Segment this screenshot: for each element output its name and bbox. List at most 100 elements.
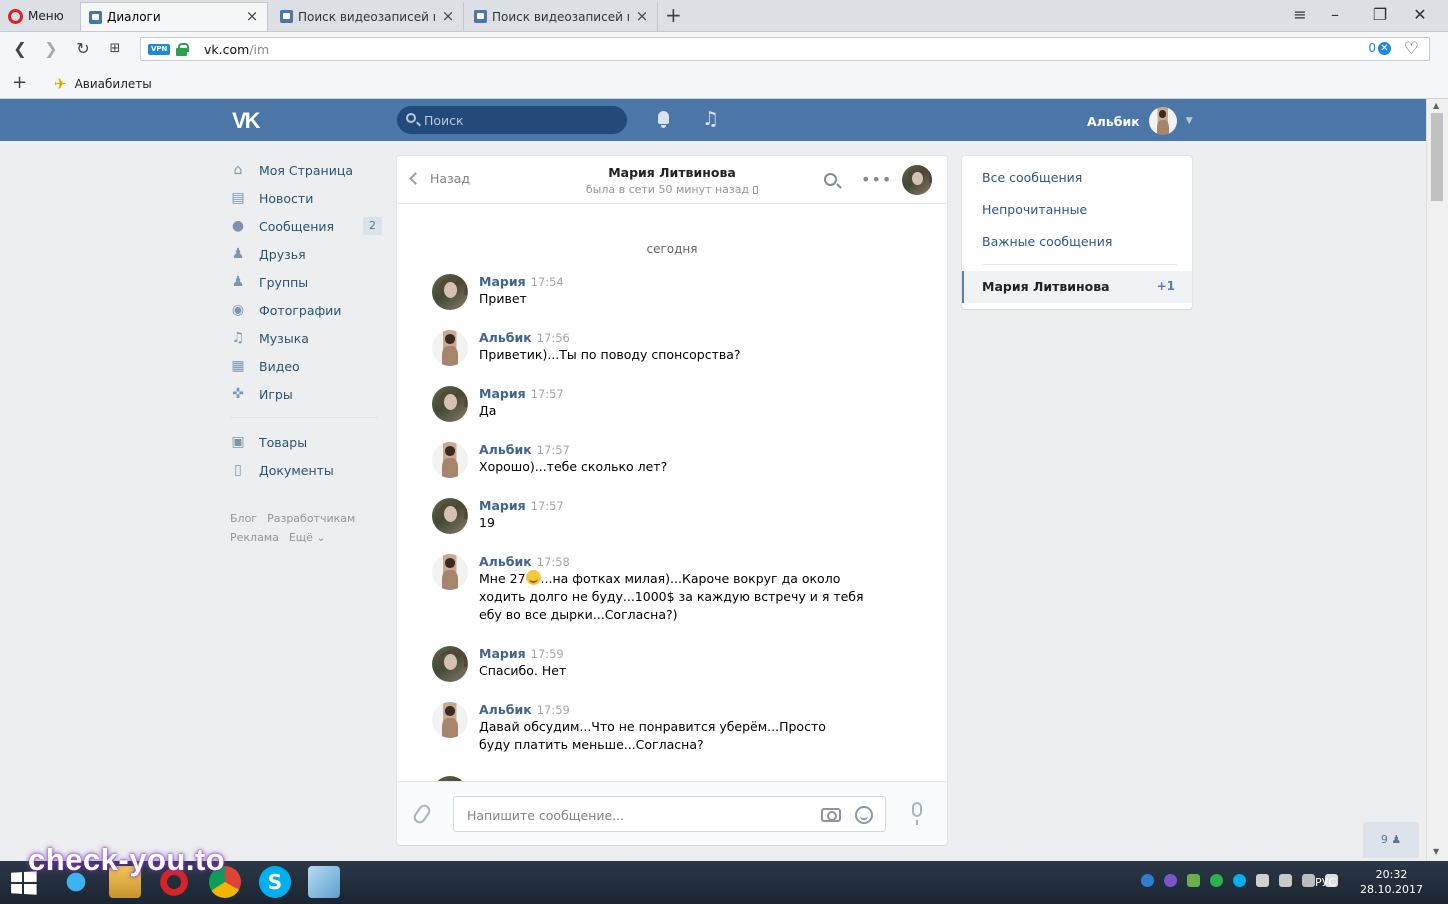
menu-item-news[interactable]: ▤ Новости: [230, 184, 382, 212]
message-author[interactable]: Мария: [479, 386, 526, 401]
tray-app-icon[interactable]: [1141, 874, 1154, 887]
vk-search-box[interactable]: [397, 106, 627, 134]
lock-icon[interactable]: [176, 43, 189, 56]
scrollbar-thumb[interactable]: [1431, 113, 1443, 201]
message-input[interactable]: [467, 806, 797, 824]
filter-important[interactable]: Важные сообщения: [982, 234, 1112, 249]
music-note-icon[interactable]: ♫: [702, 108, 719, 130]
url-text[interactable]: vk.com/im: [204, 42, 269, 57]
speed-dial-grid-icon[interactable]: ⊞: [104, 38, 126, 60]
message-author[interactable]: Мария: [479, 646, 526, 661]
heart-icon[interactable]: ♡: [1404, 39, 1419, 59]
message-author[interactable]: Мария: [479, 274, 526, 289]
gamepad-icon: ✜: [232, 386, 244, 402]
left-menu: ⌂ Моя Страница ▤ Новости ● Сообщения 2 ♟ Друз…: [230, 156, 382, 547]
close-icon[interactable]: ×: [245, 9, 259, 24]
online-friends-button[interactable]: 9 ♟: [1363, 822, 1419, 858]
add-bookmark-plus-icon[interactable]: +: [12, 72, 27, 93]
close-icon[interactable]: ×: [635, 8, 649, 24]
avatar[interactable]: [432, 274, 468, 310]
microphone-icon[interactable]: [912, 802, 922, 825]
skype-tray-icon[interactable]: [1233, 874, 1246, 887]
menu-item-my-page[interactable]: ⌂ Моя Страница: [230, 156, 382, 184]
peer-avatar[interactable]: [902, 165, 932, 195]
window-close-icon[interactable]: ✕: [1405, 4, 1435, 26]
avatar[interactable]: [432, 386, 468, 422]
user-menu[interactable]: Альбик ▼: [1087, 107, 1193, 135]
message-author[interactable]: Мария: [479, 498, 526, 513]
tray-app-icon[interactable]: [1210, 874, 1223, 887]
menu-item-documents[interactable]: ▯ Документы: [230, 456, 382, 484]
footer-link-ads[interactable]: Реклама: [230, 531, 279, 544]
tab-video-search-2[interactable]: Поиск видеозаписей по з ×: [466, 2, 658, 31]
avatar[interactable]: [432, 554, 468, 590]
avatar[interactable]: [432, 330, 468, 366]
url-field[interactable]: VPN vk.com/im 0 ✕ ♡: [140, 37, 1430, 61]
menu-item-friends[interactable]: ♟ Друзья: [230, 240, 382, 268]
opera-menu-button[interactable]: Меню: [8, 7, 64, 25]
menu-item-label: Фотографии: [259, 302, 342, 318]
filter-unread[interactable]: Непрочитанные: [982, 202, 1087, 217]
back-arrow-icon[interactable]: ❮: [9, 38, 31, 60]
message-author[interactable]: Альбик: [479, 554, 532, 569]
menu-item-messages[interactable]: ● Сообщения 2: [230, 212, 382, 240]
forward-arrow-icon[interactable]: ❯: [40, 38, 62, 60]
filter-all-messages[interactable]: Все сообщения: [982, 170, 1082, 185]
scroll-up-arrow-icon[interactable]: ▲: [1433, 101, 1439, 110]
power-icon[interactable]: [1302, 874, 1315, 887]
emoji-smile-icon[interactable]: [855, 806, 873, 824]
avatar[interactable]: [432, 498, 468, 534]
system-tray: [1141, 874, 1338, 887]
tab-video-search-1[interactable]: Поиск видеозаписей по з ×: [272, 2, 464, 31]
more-dots-icon[interactable]: •••: [861, 170, 892, 189]
smiley-emoji-icon: [525, 570, 541, 585]
menu-item-music[interactable]: ♫ Музыка: [230, 324, 382, 352]
network-error-icon[interactable]: [1256, 874, 1269, 887]
menu-item-label: Друзья: [259, 246, 306, 262]
message-input-box[interactable]: [453, 796, 886, 832]
reload-icon[interactable]: ↻: [72, 38, 94, 60]
message-author[interactable]: Альбик: [479, 702, 532, 717]
menu-item-photos[interactable]: ◉ Фотографии: [230, 296, 382, 324]
conversation-item-maria[interactable]: Мария Литвинова +1: [962, 271, 1192, 303]
message-author[interactable]: Альбик: [479, 442, 532, 457]
search-input[interactable]: [424, 111, 619, 129]
paperclip-icon[interactable]: [411, 802, 433, 826]
scroll-down-arrow-icon[interactable]: ▼: [1433, 847, 1439, 856]
viber-icon[interactable]: [1164, 874, 1177, 887]
tray-app-icon[interactable]: [1279, 874, 1292, 887]
vk-logo[interactable]: VK: [232, 108, 266, 133]
chat-panel: Назад Мария Литвинова была в сети 50 мин…: [397, 156, 947, 845]
avatar[interactable]: [432, 646, 468, 682]
minimize-icon[interactable]: –: [1320, 4, 1350, 26]
system-clock[interactable]: 20:32 28.10.2017: [1360, 867, 1423, 897]
footer-link-more[interactable]: Ещё ⌄: [289, 531, 326, 544]
bookmark-item-flights[interactable]: ✈ Авиабилеты: [54, 75, 152, 93]
close-icon[interactable]: ×: [441, 8, 455, 24]
menu-item-games[interactable]: ✜ Игры: [230, 380, 382, 408]
menu-item-groups[interactable]: ♟ Группы: [230, 268, 382, 296]
page-scrollbar[interactable]: ▲ ▼: [1426, 99, 1448, 861]
restore-icon[interactable]: ❐: [1365, 4, 1395, 26]
avatar[interactable]: [432, 442, 468, 478]
bell-icon[interactable]: [655, 111, 673, 129]
menu-item-goods[interactable]: ▣ Товары: [230, 428, 382, 456]
search-icon[interactable]: [824, 173, 837, 186]
adblock-indicator[interactable]: 0 ✕: [1368, 41, 1391, 55]
vpn-badge[interactable]: VPN: [148, 44, 171, 55]
notepad-icon[interactable]: [308, 866, 340, 898]
tab-dialogs[interactable]: Диалоги ×: [80, 2, 268, 31]
camera-icon[interactable]: [821, 808, 841, 822]
menu-footer: Блог Разработчикам Реклама Ещё ⌄: [230, 509, 382, 547]
new-tab-plus-icon[interactable]: +: [665, 5, 682, 25]
tab-menu-icon[interactable]: ≡: [1285, 4, 1315, 26]
footer-link-blog[interactable]: Блог: [230, 512, 257, 525]
skype-icon[interactable]: S: [259, 866, 291, 898]
language-indicator[interactable]: РУС: [1315, 876, 1336, 889]
message-author[interactable]: Альбик: [479, 330, 532, 345]
menu-item-video[interactable]: ▦ Видео: [230, 352, 382, 380]
tray-app-icon[interactable]: [1187, 874, 1200, 887]
video-icon: ▦: [231, 358, 245, 374]
footer-link-developers[interactable]: Разработчикам: [267, 512, 355, 525]
avatar[interactable]: [432, 702, 468, 738]
